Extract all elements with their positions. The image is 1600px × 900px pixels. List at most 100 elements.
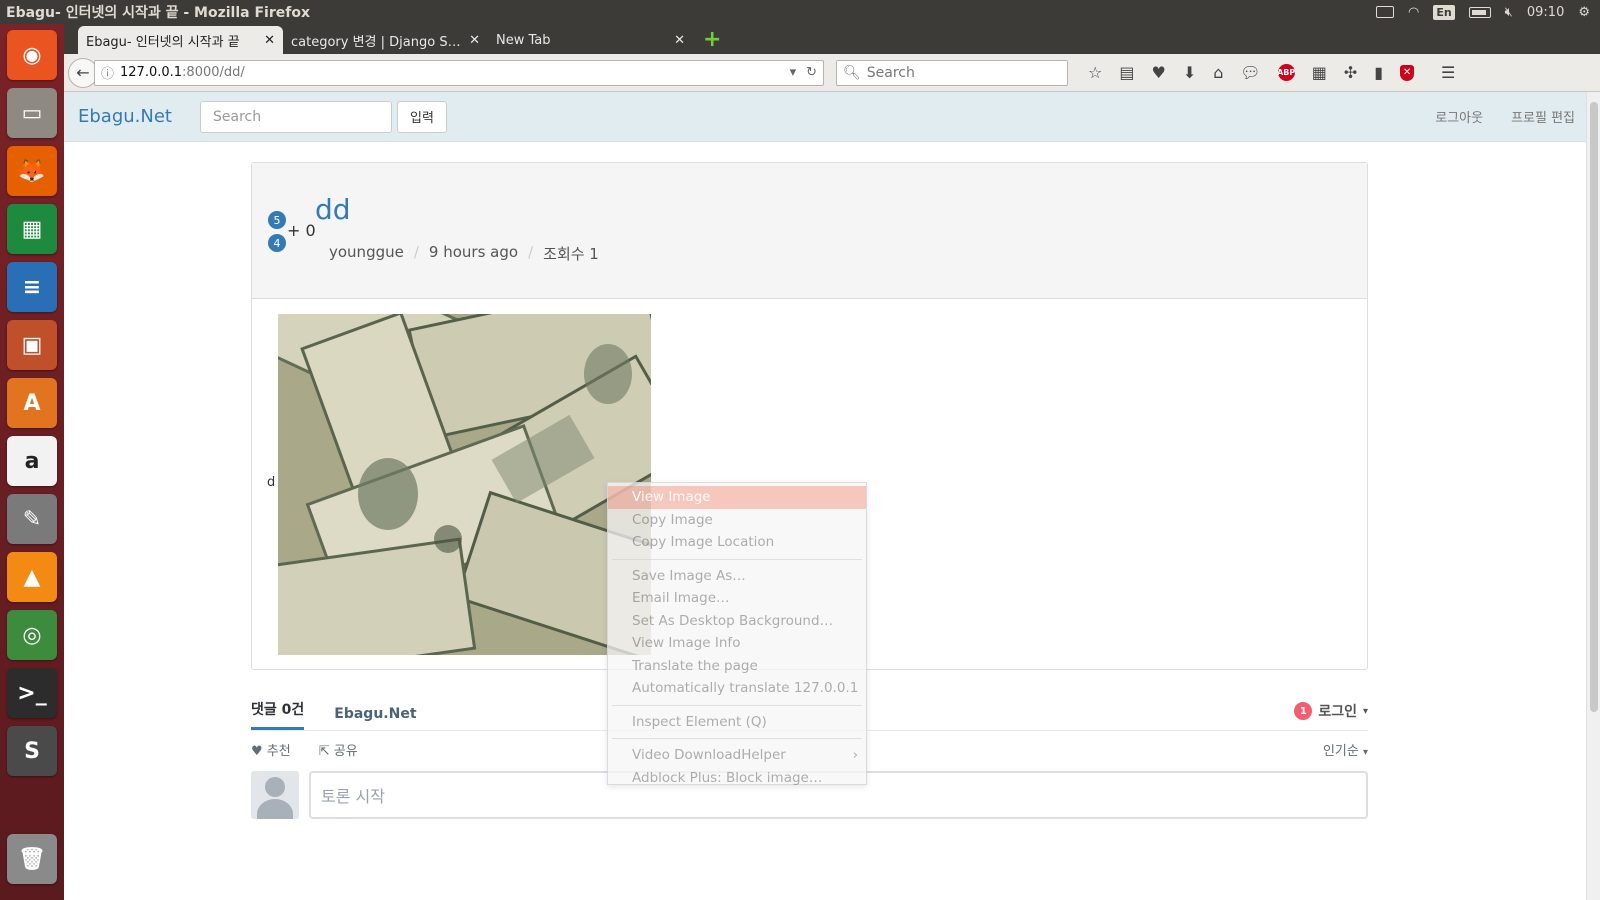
close-icon[interactable]: ✕ xyxy=(264,33,275,48)
recommend-button[interactable]: ♥ 추천 xyxy=(251,740,291,759)
share-icon: ⇱ xyxy=(318,743,330,759)
puzzle-icon[interactable]: ✣ xyxy=(1344,63,1357,82)
tab-label: New Tab xyxy=(496,32,551,48)
context-menu-item[interactable]: Adblock Plus: Block image… xyxy=(608,767,866,790)
chat-icon[interactable]: 💬︎ xyxy=(1240,63,1260,82)
writer-icon[interactable]: ≡ xyxy=(7,262,57,312)
menu-item-label: Set As Desktop Background… xyxy=(632,612,834,629)
post-time: 9 hours ago xyxy=(428,243,519,261)
browser-tab[interactable]: New Tab ✕ xyxy=(488,26,693,54)
language-indicator[interactable]: En xyxy=(1433,4,1455,20)
volume-icon[interactable]: 🔇︎ xyxy=(1505,5,1513,20)
context-menu-item[interactable]: View Image xyxy=(608,486,866,509)
url-path: :8000/dd/ xyxy=(182,65,245,80)
login-menu[interactable]: 1 로그인 ▾ xyxy=(1294,701,1368,730)
sublime-icon[interactable]: S xyxy=(7,726,57,776)
site-brand[interactable]: Ebagu.Net xyxy=(78,106,172,127)
site-search-button[interactable]: 입력 xyxy=(396,100,447,133)
bookmark-star-icon[interactable]: ☆ xyxy=(1088,63,1102,82)
context-menu-item[interactable]: Translate the page xyxy=(608,655,866,678)
url-bar[interactable]: ⓘ 127.0.0.1 :8000/dd/ ▾ ↻ xyxy=(94,59,824,86)
chevron-right-icon: › xyxy=(852,747,858,764)
login-label: 로그인 xyxy=(1318,704,1357,720)
sort-dropdown[interactable]: 인기순 ▾ xyxy=(1323,740,1368,759)
menu-icon[interactable]: ☰ xyxy=(1441,63,1455,82)
context-menu-item[interactable]: Copy Image Location xyxy=(608,531,866,554)
close-icon[interactable]: ✕ xyxy=(674,33,685,48)
post-body-text: d xyxy=(267,475,276,490)
chrome-icon[interactable]: ◎ xyxy=(7,610,57,660)
window-title: Ebagu- 인터넷의 시작과 끝 - Mozilla Firefox xyxy=(6,5,310,21)
context-menu-item[interactable]: Set As Desktop Background… xyxy=(608,610,866,633)
tab-label: category 변경 | Django S… xyxy=(291,34,461,50)
upvote-badge[interactable]: 5 xyxy=(268,211,286,229)
browser-tab[interactable]: Ebagu- 인터넷의 시작과 끝 ✕ xyxy=(78,26,283,54)
site-navbar: Ebagu.Net Search 입력 로그아웃 프로필 편집 xyxy=(64,92,1600,142)
ublock-icon[interactable]: ✕ xyxy=(1400,64,1415,81)
settings-icon[interactable]: ✎ xyxy=(7,494,57,544)
browser-tab[interactable]: category 변경 | Django S… ✕ xyxy=(283,26,488,54)
tab-comment-count[interactable]: 댓글 0건 xyxy=(251,699,305,730)
firefox-icon[interactable]: 🦊 xyxy=(7,146,57,196)
heart-icon: ♥ xyxy=(251,743,263,759)
logout-link[interactable]: 로그아웃 xyxy=(1435,107,1483,126)
vlc-icon[interactable]: ▲ xyxy=(7,552,57,602)
reload-icon[interactable]: ↻ xyxy=(806,65,817,80)
menu-item-label: Email Image… xyxy=(632,590,730,607)
share-button[interactable]: ⇱ 공유 xyxy=(319,740,358,759)
adblock-plus-icon[interactable]: ABP xyxy=(1277,64,1295,81)
chevron-down-icon: ▾ xyxy=(1362,746,1368,758)
calc-icon[interactable]: ▦ xyxy=(7,204,57,254)
context-menu-item[interactable]: Inspect Element (Q) xyxy=(608,711,866,734)
tab-community[interactable]: Ebagu.Net xyxy=(334,706,416,730)
downvote-badge[interactable]: 4 xyxy=(268,234,286,252)
terminal-icon[interactable]: >_ xyxy=(7,668,57,718)
menu-item-label: Translate the page xyxy=(632,657,758,674)
reading-list-icon[interactable]: ▤ xyxy=(1119,63,1134,82)
toolbar-icons: ☆ ▤ ♥ ⬇ ⌂ 💬︎ ABP ▦ ✣ ▮ ✕ ☰ xyxy=(1088,63,1455,82)
search-icon: 🔍︎ xyxy=(843,64,861,81)
scroll-thumb[interactable] xyxy=(1590,102,1598,712)
page-scrollbar[interactable] xyxy=(1586,92,1600,900)
chevron-down-icon: ▾ xyxy=(1362,705,1368,717)
post-title[interactable]: dd xyxy=(315,193,351,226)
gear-icon[interactable]: ⚙ xyxy=(1578,5,1590,20)
site-nav-right: 로그아웃 프로필 편집 xyxy=(1435,107,1600,126)
menu-item-label: Inspect Element (Q) xyxy=(632,713,767,730)
software-center-icon[interactable]: A xyxy=(7,378,57,428)
notification-badge: 1 xyxy=(1294,702,1313,720)
translate-icon[interactable]: ▦ xyxy=(1312,63,1327,82)
context-menu: View Image Copy Image Copy Image Location S… xyxy=(607,482,867,786)
context-menu-item[interactable]: Copy Image xyxy=(608,509,866,532)
download-icon[interactable]: ⬇ xyxy=(1183,63,1196,82)
battery-icon[interactable] xyxy=(1468,6,1491,18)
ubuntu-dash-icon[interactable]: ◉ xyxy=(7,30,57,80)
files-icon[interactable]: ▭ xyxy=(7,88,57,138)
clipboard-icon[interactable]: ▮ xyxy=(1374,63,1383,82)
wifi-icon[interactable]: ◠ xyxy=(1408,5,1419,20)
site-info-icon[interactable]: ⓘ xyxy=(101,63,114,82)
edit-profile-link[interactable]: 프로필 편집 xyxy=(1511,107,1575,126)
pocket-icon[interactable]: ♥ xyxy=(1151,63,1165,82)
clock[interactable]: 09:10 xyxy=(1527,5,1564,20)
menu-item-label: Save Image As… xyxy=(632,567,746,584)
post-image[interactable] xyxy=(278,314,651,655)
comment-input-placeholder: 토론 시작 xyxy=(321,787,385,806)
post-author: younggue xyxy=(329,243,404,261)
impress-icon[interactable]: ▣ xyxy=(7,320,57,370)
home-icon[interactable]: ⌂ xyxy=(1213,63,1223,82)
context-menu-item[interactable]: Email Image… xyxy=(608,587,866,610)
url-dropdown-icon[interactable]: ▾ xyxy=(790,65,797,80)
keyboard-icon[interactable] xyxy=(1375,6,1394,18)
context-menu-item[interactable]: Video DownloadHelper › xyxy=(608,744,866,767)
browser-search-input[interactable]: 🔍︎ Search xyxy=(836,59,1068,86)
tab-strip: Ebagu- 인터넷의 시작과 끝 ✕ category 변경 | Django S… xyxy=(64,24,1600,54)
close-icon[interactable]: ✕ xyxy=(469,33,480,48)
context-menu-item[interactable]: Automatically translate 127.0.0.1 xyxy=(608,677,866,700)
context-menu-item[interactable]: Save Image As… xyxy=(608,565,866,588)
site-search-input[interactable]: Search xyxy=(199,100,392,133)
amazon-icon[interactable]: a xyxy=(7,436,57,486)
context-menu-item[interactable]: View Image Info xyxy=(608,632,866,655)
trash-icon[interactable]: 🗑︎ xyxy=(7,834,57,884)
new-tab-button[interactable]: + xyxy=(703,27,721,52)
